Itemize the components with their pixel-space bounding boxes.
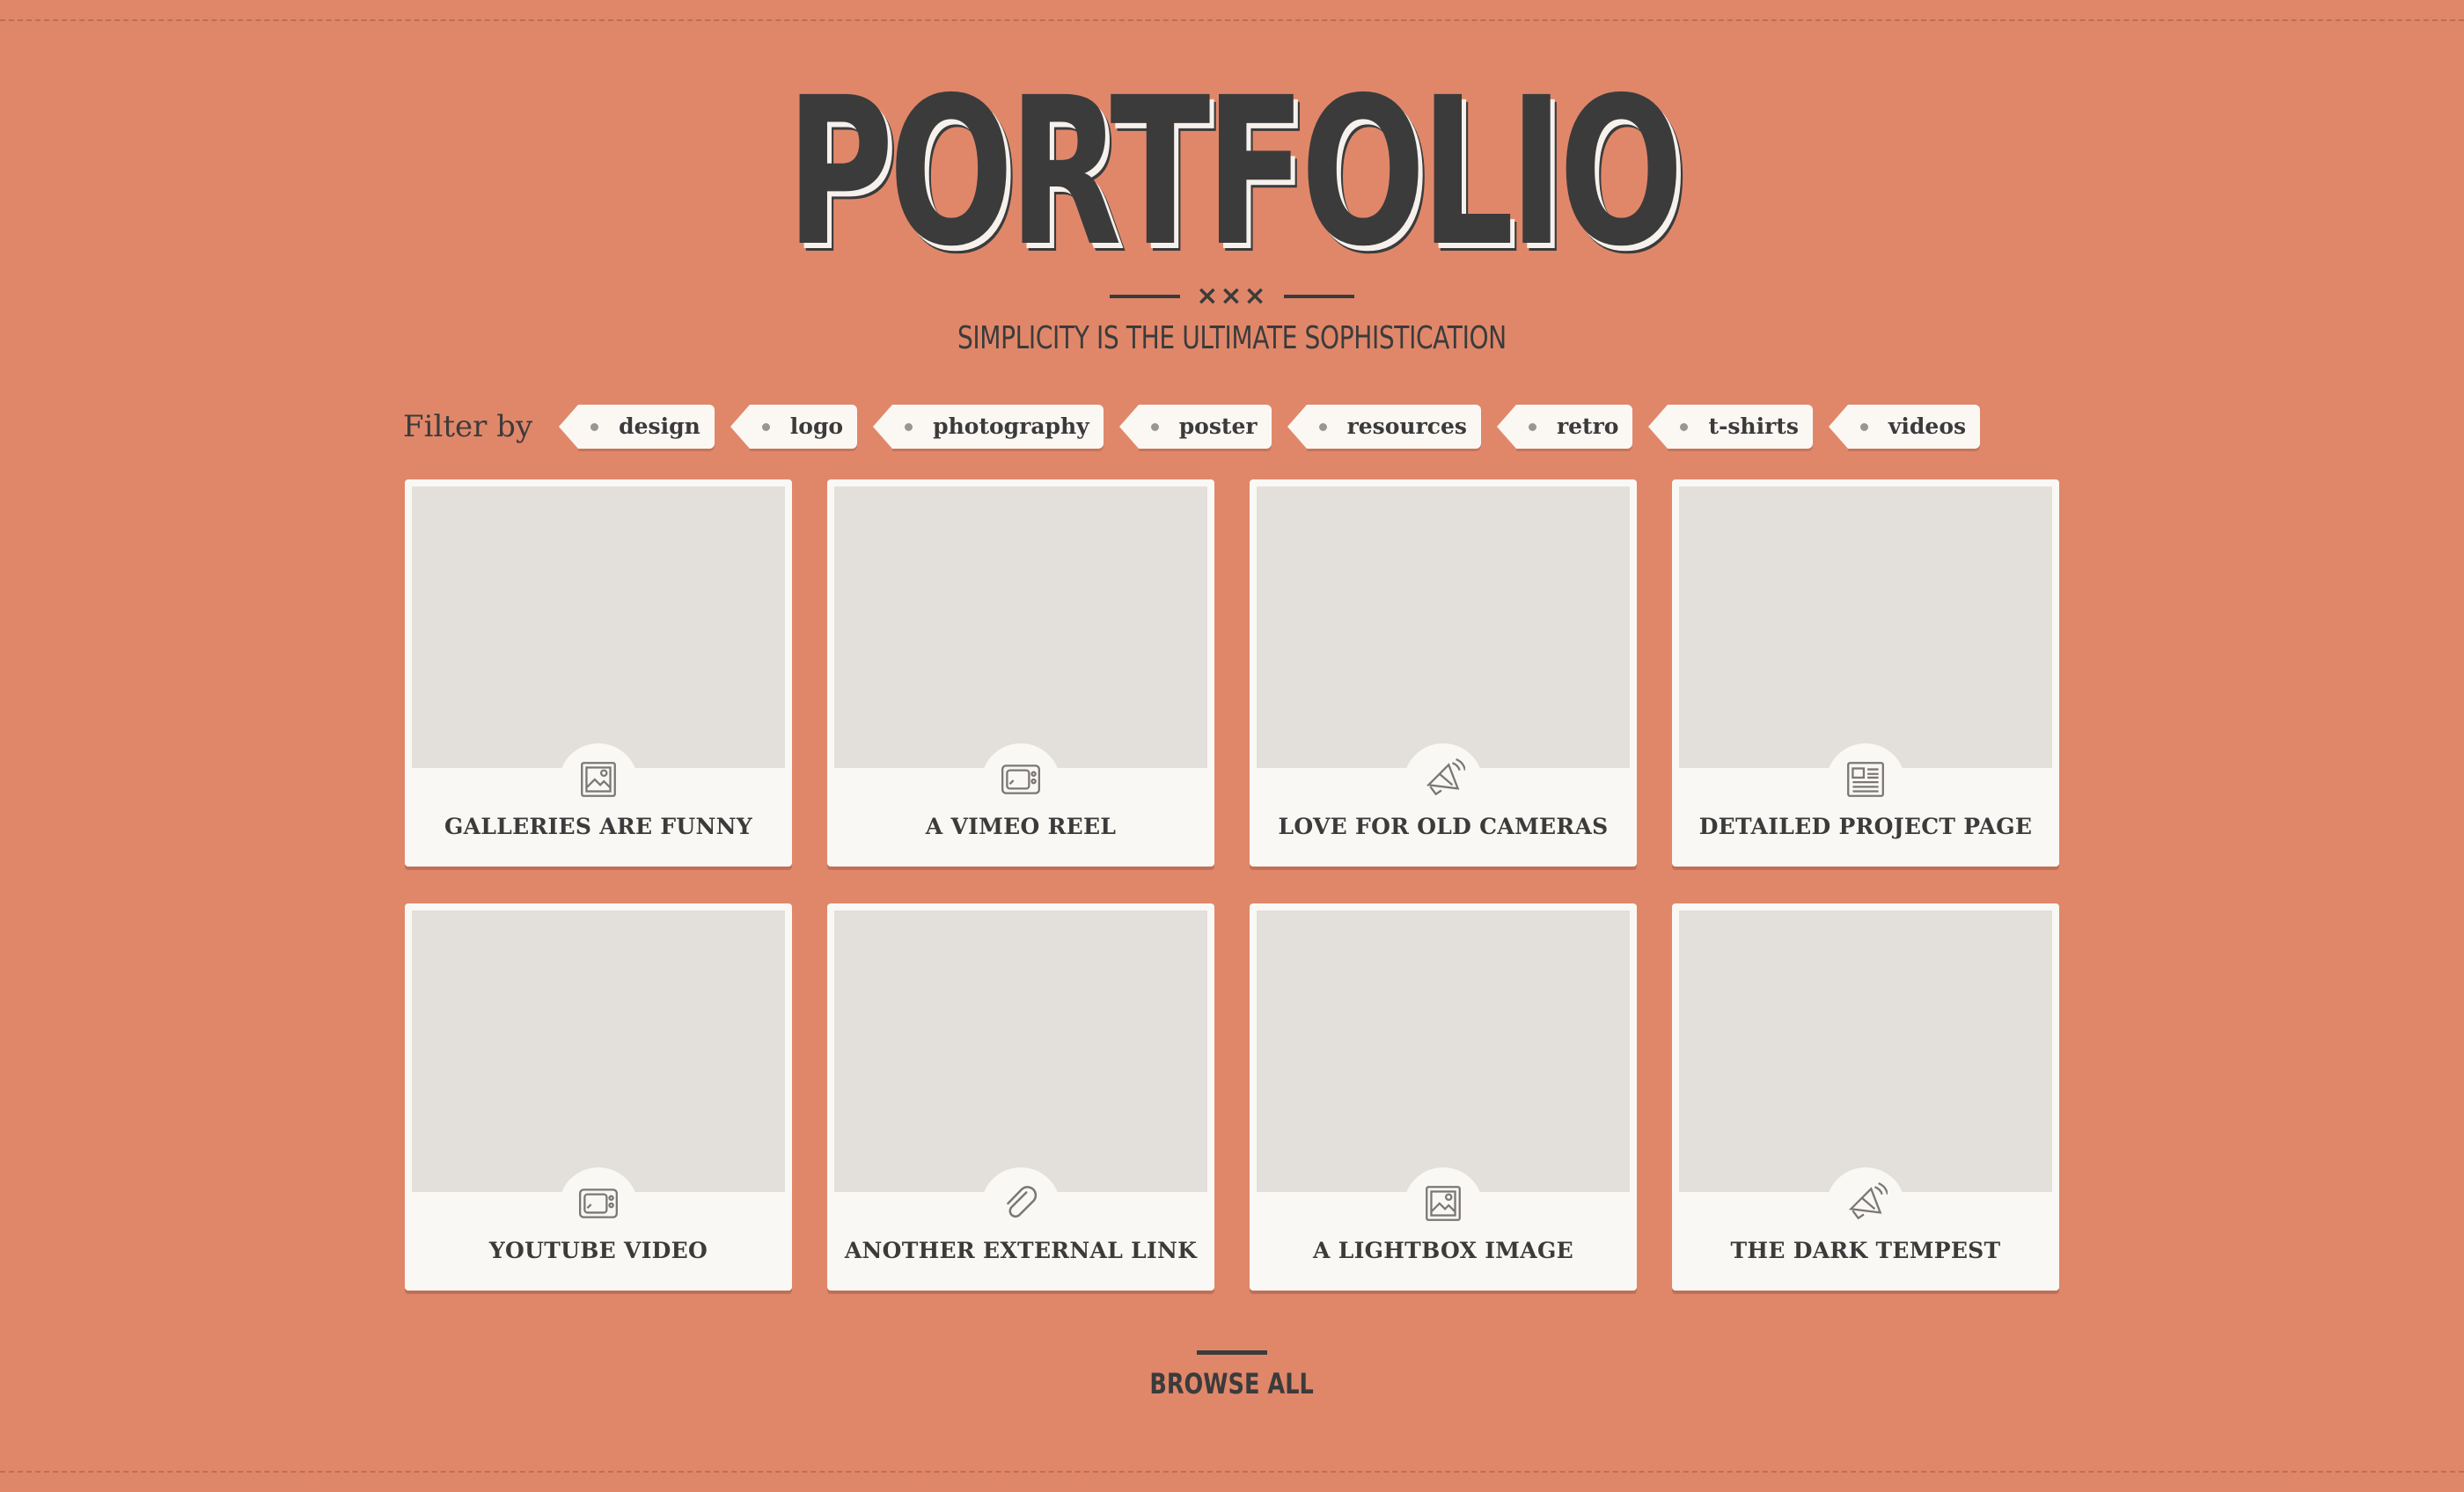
item-thumbnail[interactable] [834, 486, 1207, 768]
filter-tag-poster[interactable]: poster [1118, 405, 1272, 449]
item-type-badge [559, 1167, 638, 1247]
filter-tag-t-shirts[interactable]: t-shirts [1648, 405, 1813, 449]
portfolio-item[interactable]: THE DARK TEMPEST [1672, 903, 2059, 1291]
browse-all-section: BROWSE ALL [0, 1350, 2464, 1401]
tag-hole [1859, 423, 1868, 431]
item-type-badge [1826, 1167, 1905, 1247]
item-type-badge [1404, 1167, 1483, 1247]
page-tagline: SIMPLICITY IS THE ULTIMATE SOPHISTICATIO… [957, 320, 1507, 356]
paperclip-icon [1007, 1186, 1038, 1218]
ornament-line-left [1110, 295, 1181, 298]
megaphone-icon [1848, 1182, 1888, 1220]
tag-hole [761, 423, 770, 431]
filter-bar: Filter by design logo photography poster… [403, 405, 1981, 449]
page-header: PORTFOLIO ××× SIMPLICITY IS THE ULTIMATE… [0, 70, 2464, 356]
item-type-badge [559, 743, 638, 823]
portfolio-grid: GALLERIES ARE FUNNY A VIMEO REEL LOVE FO… [405, 479, 2059, 1291]
item-thumbnail[interactable] [834, 911, 1207, 1192]
filter-tag-design[interactable]: design [559, 405, 715, 449]
tag-hole [1528, 423, 1536, 431]
tag-hole [590, 423, 599, 431]
portfolio-item[interactable]: GALLERIES ARE FUNNY [405, 479, 792, 867]
filter-tag-retro[interactable]: retro [1496, 405, 1633, 449]
filter-tag-logo[interactable]: logo [730, 405, 858, 449]
filter-label: Filter by [403, 409, 533, 444]
item-title[interactable]: A VIMEO REEL [827, 814, 1214, 839]
portfolio-item[interactable]: DETAILED PROJECT PAGE [1672, 479, 2059, 867]
image-icon [1426, 1186, 1461, 1221]
item-title[interactable]: DETAILED PROJECT PAGE [1672, 814, 2059, 839]
item-thumbnail[interactable] [1257, 911, 1630, 1192]
item-title[interactable]: A LIGHTBOX IMAGE [1250, 1238, 1637, 1263]
tv-icon [579, 1188, 618, 1218]
item-title[interactable]: THE DARK TEMPEST [1672, 1238, 2059, 1263]
item-type-badge [1826, 743, 1905, 823]
tag-hole [1680, 423, 1689, 431]
item-thumbnail[interactable] [1257, 486, 1630, 768]
tv-icon [1001, 764, 1040, 794]
item-title[interactable]: LOVE FOR OLD CAMERAS [1250, 814, 1637, 839]
title-wrap: PORTFOLIO [0, 70, 2464, 274]
portfolio-item[interactable]: A LIGHTBOX IMAGE [1250, 903, 1637, 1291]
browse-all-link[interactable]: BROWSE ALL [1150, 1367, 1315, 1401]
item-thumbnail[interactable] [412, 486, 785, 768]
portfolio-item[interactable]: LOVE FOR OLD CAMERAS [1250, 479, 1637, 867]
ornament-line-right [1283, 295, 1354, 298]
bottom-stitch-divider [0, 1471, 2464, 1473]
item-thumbnail[interactable] [1679, 911, 2052, 1192]
megaphone-icon [1426, 758, 1465, 796]
image-icon [581, 762, 616, 797]
top-stitch-divider [0, 19, 2464, 21]
browse-all-bar [1197, 1350, 1267, 1355]
filter-tag-photography[interactable]: photography [873, 405, 1104, 449]
item-title[interactable]: ANOTHER EXTERNAL LINK [827, 1238, 1214, 1263]
item-title[interactable]: YOUTUBE VIDEO [405, 1238, 792, 1263]
item-title[interactable]: GALLERIES ARE FUNNY [405, 814, 792, 839]
item-type-badge [981, 1167, 1060, 1247]
portfolio-item[interactable]: A VIMEO REEL [827, 479, 1214, 867]
item-type-badge [981, 743, 1060, 823]
filter-tag-videos[interactable]: videos [1828, 405, 1981, 449]
tag-hole [905, 423, 913, 431]
filter-tag-resources[interactable]: resources [1287, 405, 1481, 449]
item-type-badge [1404, 743, 1483, 823]
tag-hole [1318, 423, 1327, 431]
item-thumbnail[interactable] [1679, 486, 2052, 768]
page-title: PORTFOLIO [785, 54, 1683, 291]
portfolio-item[interactable]: YOUTUBE VIDEO [405, 903, 792, 1291]
portfolio-item[interactable]: ANOTHER EXTERNAL LINK [827, 903, 1214, 1291]
tag-hole [1150, 423, 1159, 431]
document-icon [1847, 762, 1884, 797]
item-thumbnail[interactable] [412, 911, 785, 1192]
